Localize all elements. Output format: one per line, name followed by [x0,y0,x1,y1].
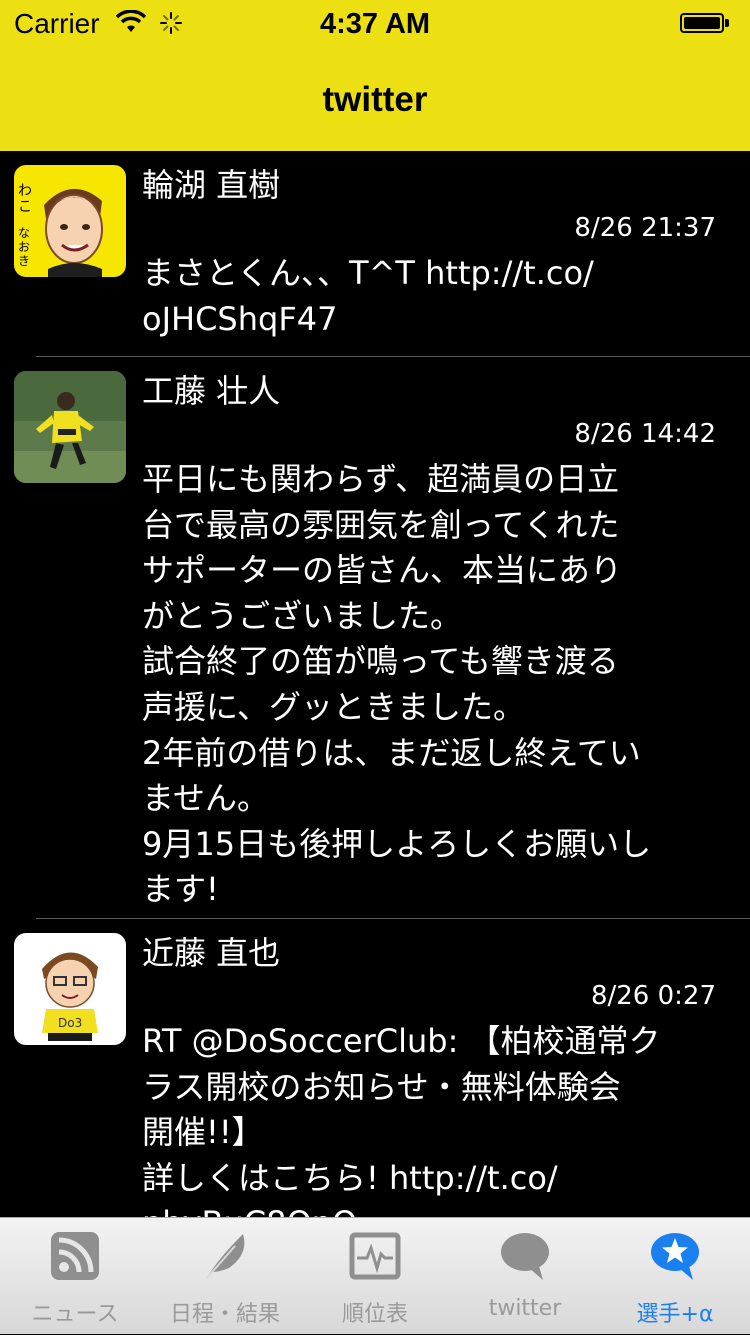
tweet-author: 工藤 壮人 [142,372,281,410]
tab-standings[interactable]: 順位表 [300,1218,450,1335]
tab-label: ニュース [31,1302,119,1327]
rss-icon [51,1232,99,1280]
tweet-author: 輪湖 直樹 [142,166,281,204]
feather-icon [206,1234,245,1279]
tweet-author: 近藤 直也 [142,934,281,972]
tweet-text: まさとくん、、T^T http://t.co/ oJHCShqF47 [142,254,594,338]
tab-label: twitter [488,1296,562,1321]
tweet-row[interactable]: わ こ な お き 輪湖 直樹 8/26 21:37 まさとくん、、T^T ht… [0,151,750,357]
svg-text:Do3: Do3 [58,1016,82,1030]
tweet-date: 8/26 14:42 [574,419,716,449]
tab-news[interactable]: ニュース [0,1218,150,1335]
avatar [14,371,126,483]
tab-label: 選手+α [636,1302,714,1327]
tweet-row[interactable]: Do3 近藤 直也 8/26 0:27 RT @DoSoccerClub: 【柏… [0,919,750,1217]
tweet-row[interactable]: 工藤 壮人 8/26 14:42 平日にも関わらず、超満員の日立 台で最高の雰囲… [0,357,750,919]
battery-icon [680,13,734,35]
tab-label: 順位表 [341,1302,408,1327]
tab-label: 日程・結果 [169,1302,280,1327]
avatar: わ こ な お き [14,165,126,277]
tweet-date: 8/26 21:37 [574,213,716,243]
status-bar: Carrier 4:37 AM [0,0,750,50]
tweet-text: RT @DoSoccerClub: 【柏校通常ク ラス開校のお知らせ・無料体験会… [142,1022,661,1217]
tweet-date: 8/26 0:27 [590,981,716,1011]
svg-text:お: お [18,240,30,254]
tab-twitter[interactable]: twitter [450,1218,600,1335]
page-title: twitter [322,80,428,119]
svg-text:こ: こ [18,199,32,215]
chart-icon [349,1232,401,1280]
tweet-text: 平日にも関わらず、超満員の日立 台で最高の雰囲気を創ってくれた サポーターの皆さ… [142,460,652,909]
navigation-bar: twitter [0,50,750,151]
speech-bubble-icon [501,1233,549,1280]
svg-text:き: き [18,254,30,268]
tweet-list[interactable]: わ こ な お き 輪湖 直樹 8/26 21:37 まさとくん、、T^T ht… [0,151,750,1217]
status-time: 4:37 AM [319,8,431,40]
svg-text:わ: わ [18,183,32,199]
tab-players[interactable]: 選手+α [600,1218,750,1335]
star-bubble-icon [651,1233,699,1280]
svg-text:な: な [18,226,30,240]
avatar: Do3 [14,933,126,1045]
tab-schedule[interactable]: 日程・結果 [150,1218,300,1335]
tab-bar: ニュース 日程・結果 順位表 twitter 選手+α [0,1217,750,1334]
